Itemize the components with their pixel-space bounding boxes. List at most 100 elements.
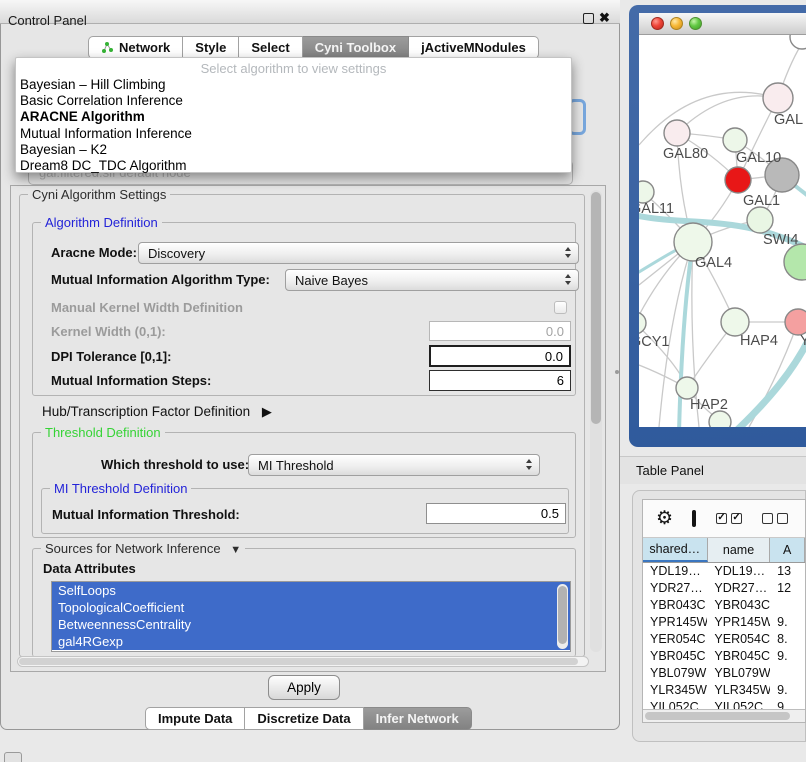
table-row[interactable]: YBL079WYBL079W: [643, 665, 805, 682]
mi-steps-label: Mutual Information Steps:: [51, 373, 211, 388]
algorithm-option[interactable]: Mutual Information Inference: [16, 126, 571, 142]
table-row[interactable]: YLR345WYLR345W9.: [643, 682, 805, 699]
sources-title-text: Sources for Network Inference: [45, 541, 221, 556]
columns-icon[interactable]: [692, 510, 696, 527]
network-node-gal11[interactable]: [639, 181, 654, 203]
column-header[interactable]: shared…: [643, 538, 708, 562]
network-node-swi4[interactable]: [747, 207, 773, 233]
close-traffic-light-icon[interactable]: [651, 17, 664, 30]
table-cell: YBR045C: [643, 648, 707, 665]
cyni-algorithm-settings-group: Cyni Algorithm Settings Algorithm Defini…: [19, 194, 585, 657]
network-window-titlebar[interactable]: [639, 13, 806, 35]
network-node-label: GCY1: [639, 334, 670, 350]
gear-icon[interactable]: ⚙: [656, 509, 673, 528]
network-node-label: GAL1: [743, 193, 780, 209]
network-node-label: SWI4: [763, 232, 798, 248]
network-node-label: GAL11: [639, 201, 674, 217]
table-row[interactable]: YBR045CYBR045C9.: [643, 648, 805, 665]
network-node-hap2[interactable]: [676, 377, 698, 399]
network-node-label: GAL80: [663, 146, 708, 162]
network-node-gal[interactable]: [763, 83, 793, 113]
mini-window-icon[interactable]: [4, 752, 22, 762]
bottom-tab-discretize-data[interactable]: Discretize Data: [245, 707, 363, 730]
tab-style[interactable]: Style: [183, 36, 239, 59]
column-header[interactable]: A: [770, 538, 805, 562]
aracne-mode-combobox[interactable]: Discovery: [138, 242, 579, 264]
mi-algorithm-type-combobox[interactable]: Naive Bayes: [285, 269, 579, 291]
combo-stepper-icon: [565, 247, 571, 258]
table-cell: YDR27…: [643, 580, 707, 597]
select-all-icon[interactable]: ✓✓: [716, 513, 742, 524]
minimize-traffic-light-icon[interactable]: [670, 17, 683, 30]
tab-network[interactable]: Network: [88, 36, 183, 59]
mi-threshold-field[interactable]: 0.5: [426, 503, 566, 524]
table-row[interactable]: YBR043CYBR043C: [643, 597, 805, 614]
table-cell: YER054C: [643, 631, 707, 648]
tab-jactivemnodules[interactable]: jActiveMNodules: [409, 36, 539, 59]
network-node[interactable]: [790, 35, 806, 49]
panel-divider-handle[interactable]: [615, 370, 619, 374]
tab-cyni-toolbox[interactable]: Cyni Toolbox: [303, 36, 409, 59]
mi-steps-field[interactable]: 6: [429, 370, 571, 391]
deselect-all-icon[interactable]: [762, 513, 788, 524]
zoom-traffic-light-icon[interactable]: [689, 17, 702, 30]
control-panel-title: Control Panel: [8, 13, 87, 28]
algorithm-option[interactable]: Bayesian – Hill Climbing: [16, 77, 571, 93]
column-header[interactable]: name: [708, 538, 771, 562]
apply-button[interactable]: Apply: [268, 675, 340, 700]
attribute-item[interactable]: gal4RGexp: [52, 633, 570, 650]
close-icon[interactable]: ✖: [599, 10, 610, 26]
data-attributes-list[interactable]: SelfLoopsTopologicalCoefficientBetweenne…: [51, 581, 571, 652]
manual-kernel-width-checkbox[interactable]: [554, 301, 567, 314]
network-canvas[interactable]: GALGAL80GAL10GAL1GAL11SWI4GAL4GCY1HAP4YH…: [639, 35, 806, 427]
settings-horizontal-scrollbar[interactable]: [17, 656, 589, 667]
attribute-item[interactable]: SelfLoops: [52, 582, 570, 599]
attribute-item[interactable]: TopologicalCoefficient: [52, 599, 570, 616]
table-row[interactable]: YDR27…YDR27…12: [643, 580, 805, 597]
table-row[interactable]: YDL19…YDL19…13: [643, 563, 805, 580]
control-panel-titlebar: [0, 0, 620, 24]
attribute-item[interactable]: BetweennessCentrality: [52, 616, 570, 633]
table-horizontal-scrollbar[interactable]: [643, 709, 805, 722]
table-panel-body: ⚙ ✓✓ shared…nameA YDL19…YDL19…13YDR27…YD…: [632, 490, 806, 742]
algorithm-option[interactable]: Bayesian – K2: [16, 142, 571, 158]
algorithm-option[interactable]: Basic Correlation Inference: [16, 93, 571, 109]
network-node-gcy1[interactable]: [639, 312, 646, 334]
table-cell: [770, 665, 805, 682]
network-node-gal1[interactable]: [725, 167, 751, 193]
table-panel-titlebar: Table Panel: [620, 456, 806, 484]
hub-definition-toggle[interactable]: Hub/Transcription Factor Definition ▶: [42, 404, 272, 420]
threshold-definition-group: Threshold Definition Which threshold to …: [32, 432, 576, 538]
dpi-tolerance-field[interactable]: 0.0: [429, 345, 571, 367]
tab-select[interactable]: Select: [239, 36, 302, 59]
settings-scroll-panel: Cyni Algorithm Settings Algorithm Defini…: [10, 185, 606, 672]
which-threshold-value: MI Threshold: [258, 458, 334, 473]
tab-label: Network: [119, 40, 170, 55]
bottom-tab-impute-data[interactable]: Impute Data: [145, 707, 245, 730]
float-window-icon[interactable]: [583, 13, 594, 24]
table-cell: 9.: [770, 682, 805, 699]
which-threshold-combobox[interactable]: MI Threshold: [248, 454, 540, 476]
attributes-list-scrollbar[interactable]: [557, 584, 568, 649]
table-cell: YBL079W: [707, 665, 770, 682]
settings-vertical-scrollbar[interactable]: [590, 190, 602, 652]
network-node-gal80[interactable]: [664, 120, 690, 146]
threshold-definition-title: Threshold Definition: [41, 425, 165, 440]
bottom-tab-infer-network[interactable]: Infer Network: [364, 707, 472, 730]
network-node[interactable]: [709, 411, 731, 427]
algorithm-dropdown-popup: Select algorithm to view settings Bayesi…: [15, 57, 572, 173]
table-row[interactable]: YER054CYER054C8.: [643, 631, 805, 648]
network-node[interactable]: [784, 244, 806, 280]
network-node-y[interactable]: [785, 309, 806, 335]
network-node-gal10[interactable]: [723, 128, 747, 152]
mi-type-label: Mutual Information Algorithm Type:: [51, 272, 270, 287]
algorithm-option[interactable]: Dream8 DC_TDC Algorithm: [16, 158, 571, 174]
control-panel-tab-bar: Network Style Select Cyni ToolboxjActiveMNo…: [88, 36, 539, 59]
network-node-hap4[interactable]: [721, 308, 749, 336]
mi-threshold-label: Mutual Information Threshold:: [52, 507, 240, 522]
table-row[interactable]: YPR145WYPR145W9.: [643, 614, 805, 631]
algorithm-option[interactable]: ARACNE Algorithm: [16, 109, 571, 125]
kernel-width-field[interactable]: 0.0: [429, 321, 571, 341]
collapse-arrow-icon[interactable]: ▼: [230, 544, 241, 556]
tab-label: Select: [251, 40, 289, 55]
